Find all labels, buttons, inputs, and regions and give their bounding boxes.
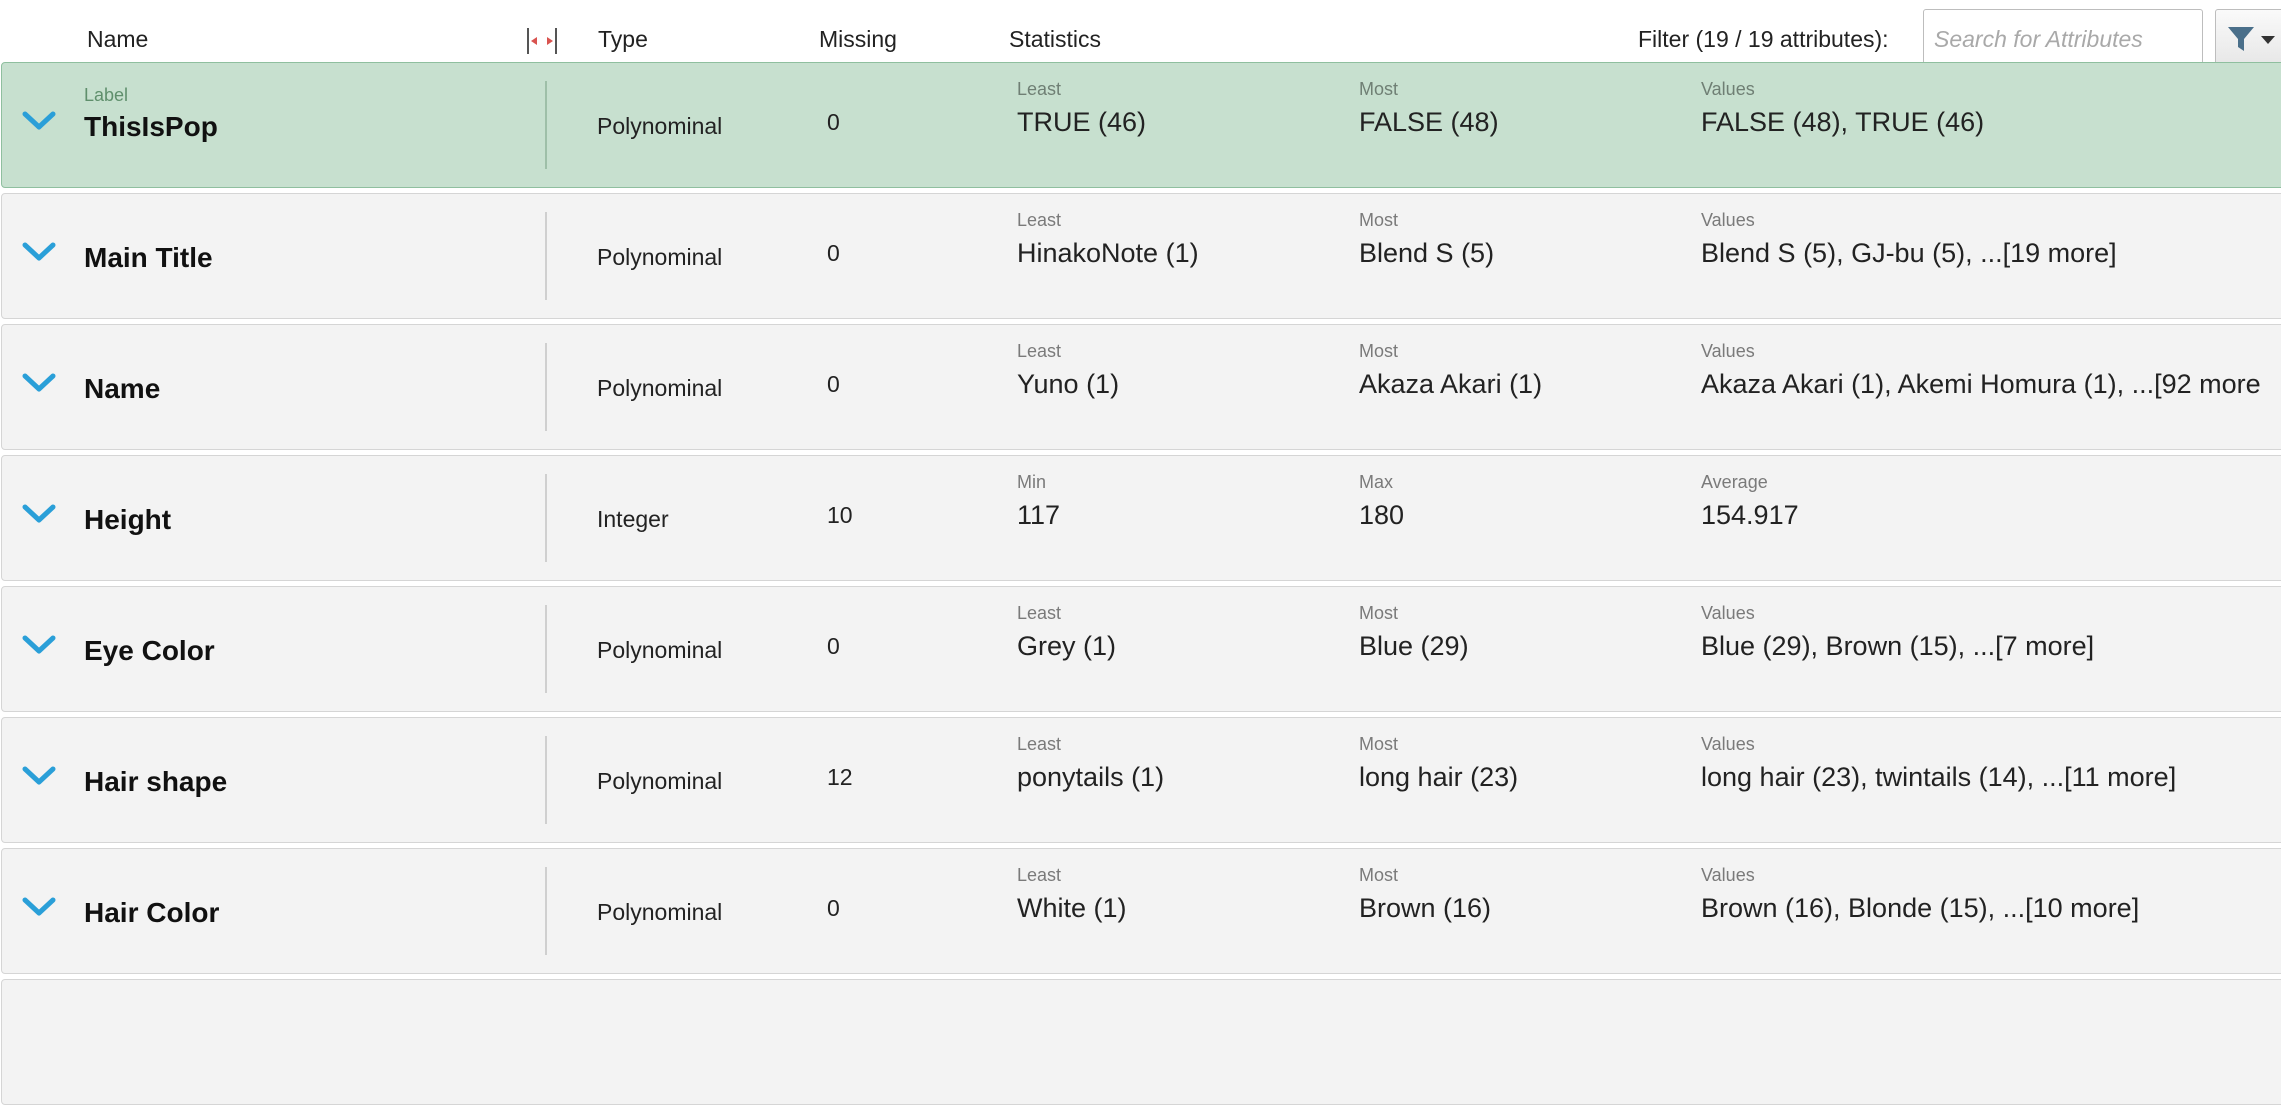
stat2-value: FALSE (48) — [1359, 107, 1499, 137]
stat1-value: 117 — [1017, 500, 1061, 530]
missing-count: 0 — [827, 240, 840, 266]
column-divider — [545, 474, 547, 562]
expand-chevron-icon[interactable] — [22, 371, 56, 395]
stat3-caption: Values — [1701, 865, 1755, 885]
attribute-type: Polynominal — [597, 899, 723, 925]
expand-chevron-icon[interactable] — [22, 109, 56, 133]
attribute-row[interactable]: Height Integer 10 Min 117 Max 180 Averag… — [1, 455, 2281, 581]
stat1-value: Grey (1) — [1017, 631, 1117, 661]
stat3-caption: Average — [1701, 472, 1768, 492]
missing-count: 10 — [827, 502, 853, 528]
missing-count: 0 — [827, 371, 840, 397]
stat1-value: White (1) — [1017, 893, 1127, 923]
stat3-caption: Values — [1701, 79, 1755, 99]
missing-count: 12 — [827, 764, 853, 790]
column-header-name[interactable]: Name — [87, 26, 148, 53]
attribute-name: ThisIsPop — [84, 111, 218, 142]
column-divider — [545, 212, 547, 300]
attribute-name: Height — [84, 504, 172, 535]
column-header-statistics[interactable]: Statistics — [1009, 26, 1101, 53]
stat3-value: FALSE (48), TRUE (46) — [1701, 107, 1985, 137]
stat3-value: Brown (16), Blonde (15), ...[10 more] — [1701, 893, 2140, 923]
filter-label: Filter (19 / 19 attributes): — [1638, 26, 1889, 52]
attribute-row[interactable]: Name Polynominal 0 Least Yuno (1) Most A… — [1, 324, 2281, 450]
column-divider — [545, 867, 547, 955]
stat1-caption: Min — [1017, 472, 1047, 492]
expand-chevron-icon[interactable] — [22, 502, 56, 526]
attribute-row[interactable]: Hair Color Polynominal 0 Least White (1)… — [1, 848, 2281, 974]
stat3-caption: Values — [1701, 734, 1755, 754]
column-divider — [545, 81, 547, 169]
stat1-caption: Least — [1017, 341, 1062, 361]
attribute-type: Polynominal — [597, 637, 723, 663]
stat3-caption: Values — [1701, 603, 1755, 623]
stat1-value: ponytails (1) — [1017, 762, 1165, 792]
missing-count: 0 — [827, 895, 840, 921]
search-attributes-input[interactable] — [1923, 9, 2203, 69]
expand-chevron-icon[interactable] — [22, 895, 56, 919]
stat2-caption: Most — [1359, 734, 1399, 754]
stat2-caption: Max — [1359, 472, 1394, 492]
stat3-caption: Values — [1701, 341, 1755, 361]
expand-chevron-icon[interactable] — [22, 764, 56, 788]
attribute-type: Integer — [597, 506, 669, 532]
attribute-name: Hair shape — [84, 766, 228, 797]
stat2-value: Blend S (5) — [1359, 238, 1495, 268]
stat2-value: 180 — [1359, 500, 1405, 530]
attribute-name: Main Title — [84, 242, 213, 273]
stat2-value: Akaza Akari (1) — [1359, 369, 1543, 399]
stat1-value: Yuno (1) — [1017, 369, 1120, 399]
attribute-type: Polynominal — [597, 375, 723, 401]
stat3-value: 154.917 — [1701, 500, 1799, 530]
stat1-value: TRUE (46) — [1017, 107, 1147, 137]
expand-chevron-icon[interactable] — [22, 240, 56, 264]
chevron-down-icon — [2261, 36, 2275, 44]
stat2-caption: Most — [1359, 79, 1399, 99]
stat3-value: Blue (29), Brown (15), ...[7 more] — [1701, 631, 2095, 661]
stat2-caption: Most — [1359, 210, 1399, 230]
stat2-value: Blue (29) — [1359, 631, 1469, 661]
stat1-caption: Least — [1017, 79, 1062, 99]
stat2-caption: Most — [1359, 603, 1399, 623]
stat3-value: Akaza Akari (1), Akemi Homura (1), ...[9… — [1701, 369, 2261, 399]
column-header-type[interactable]: Type — [598, 26, 648, 53]
attribute-name: Hair Color — [84, 897, 220, 928]
attribute-type: Polynominal — [597, 768, 723, 794]
stat2-caption: Most — [1359, 865, 1399, 885]
attribute-name: Eye Color — [84, 635, 215, 666]
expand-chevron-icon[interactable] — [22, 633, 56, 657]
missing-count: 0 — [827, 633, 840, 659]
column-divider — [545, 736, 547, 824]
filter-icon — [2228, 27, 2254, 51]
attribute-row-partial[interactable] — [1, 979, 2281, 1105]
stat2-caption: Most — [1359, 341, 1399, 361]
missing-count: 0 — [827, 109, 840, 135]
column-header-missing[interactable]: Missing — [819, 26, 897, 53]
attribute-row[interactable]: Hair shape Polynominal 12 Least ponytail… — [1, 717, 2281, 843]
stat1-caption: Least — [1017, 603, 1062, 623]
column-resize-icon[interactable] — [525, 26, 559, 56]
column-divider — [545, 605, 547, 693]
attribute-row[interactable]: Main Title Polynominal 0 Least HinakoNot… — [1, 193, 2281, 319]
stat3-value: long hair (23), twintails (14), ...[11 m… — [1701, 762, 2177, 792]
stat1-caption: Least — [1017, 210, 1062, 230]
stat1-value: HinakoNote (1) — [1017, 238, 1199, 268]
attribute-type: Polynominal — [597, 244, 723, 270]
stat1-caption: Least — [1017, 865, 1062, 885]
stat3-value: Blend S (5), GJ-bu (5), ...[19 more] — [1701, 238, 2117, 268]
column-divider — [545, 343, 547, 431]
attribute-row[interactable]: Label ThisIsPop Polynominal 0 Least TRUE… — [1, 62, 2281, 188]
stat2-value: long hair (23) — [1359, 762, 1519, 792]
attribute-type: Polynominal — [597, 113, 723, 139]
attribute-row[interactable]: Eye Color Polynominal 0 Least Grey (1) M… — [1, 586, 2281, 712]
stat3-caption: Values — [1701, 210, 1755, 230]
stat2-value: Brown (16) — [1359, 893, 1492, 923]
filter-dropdown-button[interactable] — [2215, 9, 2281, 69]
stat1-caption: Least — [1017, 734, 1062, 754]
attribute-role-label: Label — [84, 85, 129, 105]
attribute-name: Name — [84, 373, 161, 404]
